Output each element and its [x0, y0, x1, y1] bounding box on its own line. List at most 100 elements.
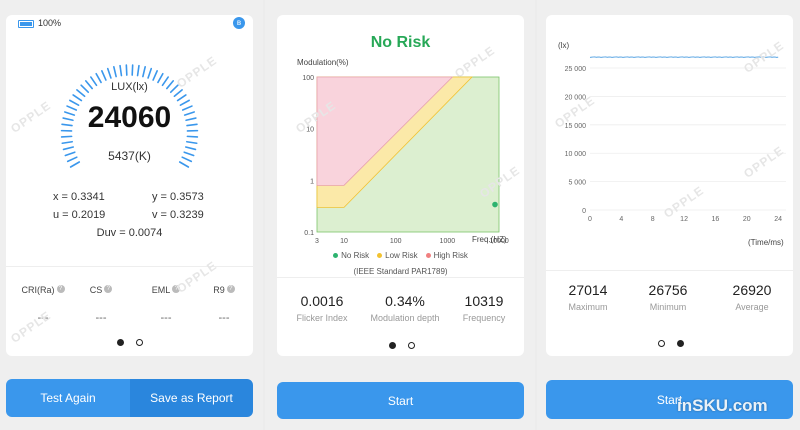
- page-dot[interactable]: [136, 339, 143, 346]
- gauge-tick: [186, 135, 199, 138]
- flicker-index-label: Flicker Index: [296, 313, 348, 323]
- frequency-label: Frequency: [462, 313, 506, 323]
- minimum-value: 26756: [648, 282, 688, 298]
- lux-value: 24060: [87, 101, 172, 134]
- help-icon[interactable]: ?: [104, 284, 113, 293]
- page-dot-active[interactable]: [117, 339, 124, 346]
- x-tick-label: 100: [390, 238, 402, 245]
- help-icon[interactable]: ?: [56, 284, 65, 293]
- gauge-tick: [136, 64, 140, 77]
- legend-label: No Risk: [341, 251, 370, 260]
- gauge-tick: [113, 66, 117, 78]
- legend-swatch: [377, 253, 383, 259]
- page-dot-active[interactable]: [389, 342, 396, 349]
- bluetooth-icon[interactable]: ʙ: [233, 17, 245, 29]
- y-ticks: 100 10 1 0.1: [302, 75, 314, 237]
- cct-value: 5437(K): [108, 149, 151, 163]
- x-axis-label: Freq.(HZ): [472, 235, 507, 244]
- y-tick-label: 10 000: [565, 151, 587, 158]
- divider: [6, 266, 253, 267]
- index-r9[interactable]: R9? ---: [204, 280, 244, 324]
- help-icon[interactable]: ?: [226, 284, 235, 293]
- x-tick-label: 0: [588, 216, 592, 223]
- modulation-depth-value: 0.34%: [385, 293, 425, 309]
- y-tick-label: 1: [310, 178, 314, 185]
- y-tick-label: 20 000: [565, 94, 587, 101]
- brand-watermark: inSKU.com: [677, 396, 768, 415]
- legend-item: Low Risk: [377, 251, 418, 260]
- x-tick-label: 3: [315, 238, 319, 245]
- frequency-value: 10319: [464, 293, 504, 309]
- light-meter-card: 100% ʙ LUX(lx) 24060 5437(K) x = 0.3341 …: [6, 15, 253, 356]
- flicker-card: No Risk Modulation(%) 100 10 1 0.1 3 10 100 10…: [277, 15, 524, 356]
- gauge-tick: [60, 135, 73, 138]
- illuminance-series-line: [589, 56, 779, 58]
- gauge-tick: [176, 94, 187, 102]
- lux-label: LUX(lx): [111, 81, 148, 93]
- measurement-points: [492, 201, 498, 208]
- coord-duv: Duv = 0.0074: [96, 227, 163, 239]
- test-again-button[interactable]: Test Again: [6, 379, 130, 417]
- index-value: ---: [37, 312, 49, 324]
- gauge-tick: [101, 70, 107, 81]
- legend-swatch: [333, 253, 339, 259]
- coord-u: u = 0.2019: [53, 209, 106, 221]
- minimum-label: Minimum: [649, 302, 687, 312]
- left-panel: 100% ʙ LUX(lx) 24060 5437(K) x = 0.3341 …: [0, 0, 263, 430]
- measurement-point: [492, 201, 498, 208]
- divider: [277, 277, 524, 278]
- coord-v: v = 0.3239: [152, 209, 204, 221]
- page-dot[interactable]: [408, 342, 415, 349]
- y-tick-label: 15 000: [565, 123, 587, 130]
- help-icon[interactable]: ?: [172, 284, 181, 293]
- x-tick-label: 8: [651, 216, 655, 223]
- series: [589, 56, 779, 58]
- page-dot[interactable]: [658, 340, 665, 347]
- maximum-label: Maximum: [568, 302, 608, 312]
- standard-note: (IEEE Standard PAR1789): [353, 267, 448, 276]
- x-tick-label: 12: [680, 216, 688, 223]
- x-tick-label: 10: [340, 238, 348, 245]
- page-indicator: [389, 342, 415, 349]
- x-ticks: 0 4 8 12 16 20 24: [588, 216, 782, 223]
- gauge-tick: [119, 64, 123, 77]
- start-button[interactable]: Start: [277, 382, 524, 419]
- index-label: CRI(Ra): [21, 285, 55, 295]
- flicker-index-value: 0.0016: [300, 293, 344, 309]
- gauge-tick: [186, 140, 198, 145]
- illuminance-timeline-card: (lx) 25 000 20 000 15 000 10 000 5 000 0 0481…: [546, 15, 793, 356]
- gauge-tick: [142, 66, 146, 78]
- index-eml[interactable]: EML? ---: [141, 280, 191, 324]
- y-tick-label: 5 000: [568, 180, 586, 187]
- y-tick-label: 0: [582, 208, 586, 215]
- x-tick-label: 4: [619, 216, 623, 223]
- legend-item: No Risk: [333, 251, 369, 260]
- index-label: CS: [89, 285, 103, 295]
- divider: [546, 270, 793, 271]
- gauge-tick: [152, 70, 158, 81]
- index-label: R9: [213, 285, 225, 295]
- index-value: ---: [160, 312, 172, 324]
- average-label: Average: [735, 302, 769, 312]
- y-tick-label: 0.1: [304, 230, 314, 237]
- battery-percent: 100%: [38, 18, 62, 28]
- page-indicator: [658, 340, 684, 347]
- middle-panel: No Risk Modulation(%) 100 10 1 0.1 3 10 100 10…: [265, 0, 535, 430]
- index-cs[interactable]: CS? ---: [81, 280, 121, 324]
- index-value: ---: [218, 312, 230, 324]
- index-label: EML: [151, 285, 171, 295]
- legend-swatch: [425, 253, 431, 259]
- modulation-depth-label: Modulation depth: [370, 313, 440, 323]
- average-value: 26920: [732, 282, 772, 298]
- risk-regions: [316, 76, 500, 233]
- index-cri[interactable]: CRI(Ra)? ---: [18, 280, 68, 324]
- illuminance-timeline-chart: 25 000 20 000 15 000 10 000 5 000 0 0 4 8 12 16 20…: [565, 56, 786, 223]
- x-tick-label: 16: [712, 216, 720, 223]
- x-tick-label: 24: [774, 216, 782, 223]
- save-report-button[interactable]: Save as Report: [130, 379, 253, 417]
- maximum-value: 27014: [568, 282, 608, 298]
- gauge-tick: [61, 140, 73, 145]
- gauge-tick: [72, 94, 83, 102]
- x-tick-label: 1000: [440, 238, 456, 245]
- page-dot-active[interactable]: [677, 340, 684, 347]
